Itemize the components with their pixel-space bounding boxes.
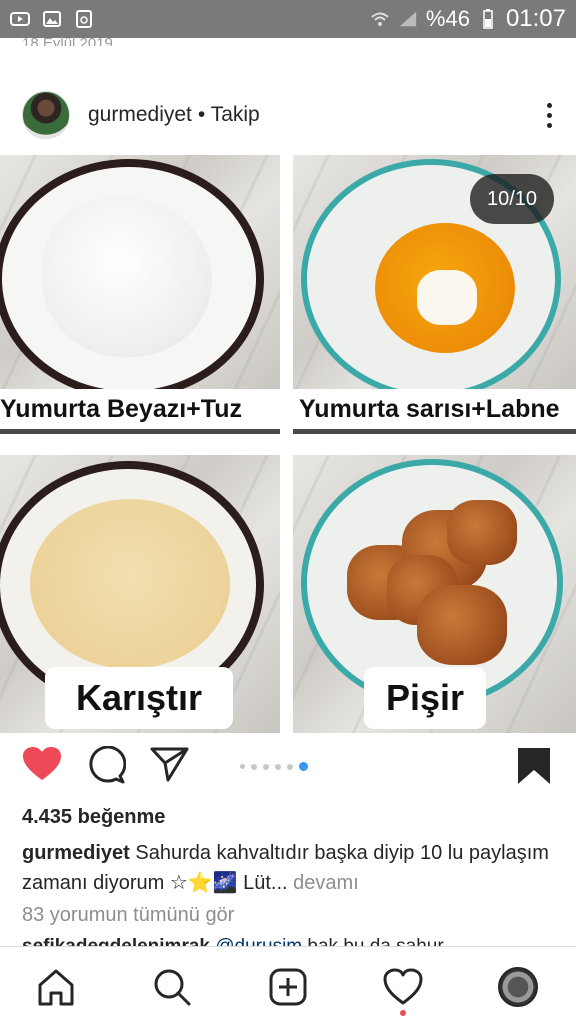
action-bar <box>0 742 576 794</box>
image-caption-bottom-left: Karıştır <box>45 667 233 729</box>
image-icon <box>42 10 62 28</box>
post-image[interactable]: Yumurta Beyazı+Tuz Yumurta sarısı+Labne … <box>0 155 576 733</box>
view-all-comments-link[interactable]: 83 yorumun tümünü gör <box>22 904 234 927</box>
battery-percent: %46 <box>425 6 470 31</box>
like-count[interactable]: 4.435 beğenme <box>22 806 165 829</box>
caption-more-link[interactable]: devamı <box>288 872 359 894</box>
carousel-dots <box>240 762 308 771</box>
profile-avatar <box>498 967 538 1007</box>
search-icon[interactable] <box>152 967 192 1007</box>
post-header: gurmediyet • Takip <box>0 86 576 144</box>
image-caption-bottom-right: Pişir <box>364 667 486 729</box>
caption-username[interactable]: gurmediyet <box>22 842 130 864</box>
battery-icon <box>478 9 498 29</box>
signal-icon <box>398 10 418 28</box>
add-post-icon[interactable] <box>268 967 308 1007</box>
post-date: 18 Eylül 2019 <box>22 35 113 46</box>
image-caption-top-left: Yumurta Beyazı+Tuz <box>0 389 280 434</box>
status-bar: %46 01:07 <box>0 0 576 38</box>
wifi-icon <box>370 10 390 28</box>
bookmark-icon[interactable] <box>516 746 552 791</box>
post-username[interactable]: gurmediyet <box>88 103 192 127</box>
notification-dot <box>400 1010 406 1016</box>
carousel-counter: 10/10 <box>470 174 554 224</box>
comment-username[interactable]: sefikadegdelenimrak <box>22 936 210 946</box>
image-caption-top-right: Yumurta sarısı+Labne <box>293 389 576 434</box>
comment-icon[interactable] <box>86 745 127 789</box>
post-caption: gurmediyet Sahurda kahvaltıdır başka diy… <box>22 838 562 898</box>
youtube-icon <box>10 10 30 28</box>
share-icon[interactable] <box>150 746 190 787</box>
more-options-icon[interactable] <box>544 102 554 128</box>
comment-mention[interactable]: @durusim <box>210 936 302 946</box>
recycle-icon <box>74 10 94 28</box>
activity-heart-icon[interactable] <box>383 967 423 1007</box>
follow-button[interactable]: • Takip <box>198 103 260 127</box>
bottom-nav <box>0 946 576 1024</box>
avatar[interactable] <box>22 91 70 139</box>
heart-icon[interactable] <box>22 746 62 787</box>
profile-tab[interactable] <box>498 967 538 1007</box>
home-icon[interactable] <box>36 967 76 1007</box>
comment-text: bak bu da sahur <box>302 936 443 946</box>
image-tile-egg-white <box>0 155 280 389</box>
clock: 01:07 <box>505 5 566 32</box>
comment-preview: sefikadegdelenimrak @durusim bak bu da s… <box>22 935 562 946</box>
